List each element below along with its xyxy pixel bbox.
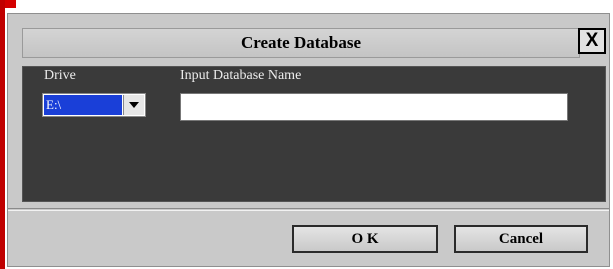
dialog-titlebar[interactable]: Create Database bbox=[22, 28, 580, 58]
create-database-dialog: Create Database X Drive Input Database N… bbox=[7, 13, 610, 267]
drive-selected-value: E:\ bbox=[44, 95, 122, 115]
cancel-button[interactable]: Cancel bbox=[454, 225, 588, 253]
database-name-label: Input Database Name bbox=[180, 68, 302, 83]
form-panel bbox=[22, 66, 606, 202]
drive-label: Drive bbox=[44, 68, 76, 83]
divider bbox=[8, 208, 609, 211]
background-window-strip bbox=[0, 0, 613, 10]
dialog-title: Create Database bbox=[240, 33, 362, 52]
background-red-mark bbox=[4, 0, 16, 8]
chevron-down-icon[interactable] bbox=[123, 95, 144, 115]
drive-select[interactable]: E:\ bbox=[42, 93, 146, 117]
close-button[interactable]: X bbox=[578, 28, 606, 54]
database-name-input[interactable] bbox=[180, 93, 568, 121]
ok-button[interactable]: O K bbox=[292, 225, 438, 253]
left-red-bar bbox=[0, 0, 5, 269]
